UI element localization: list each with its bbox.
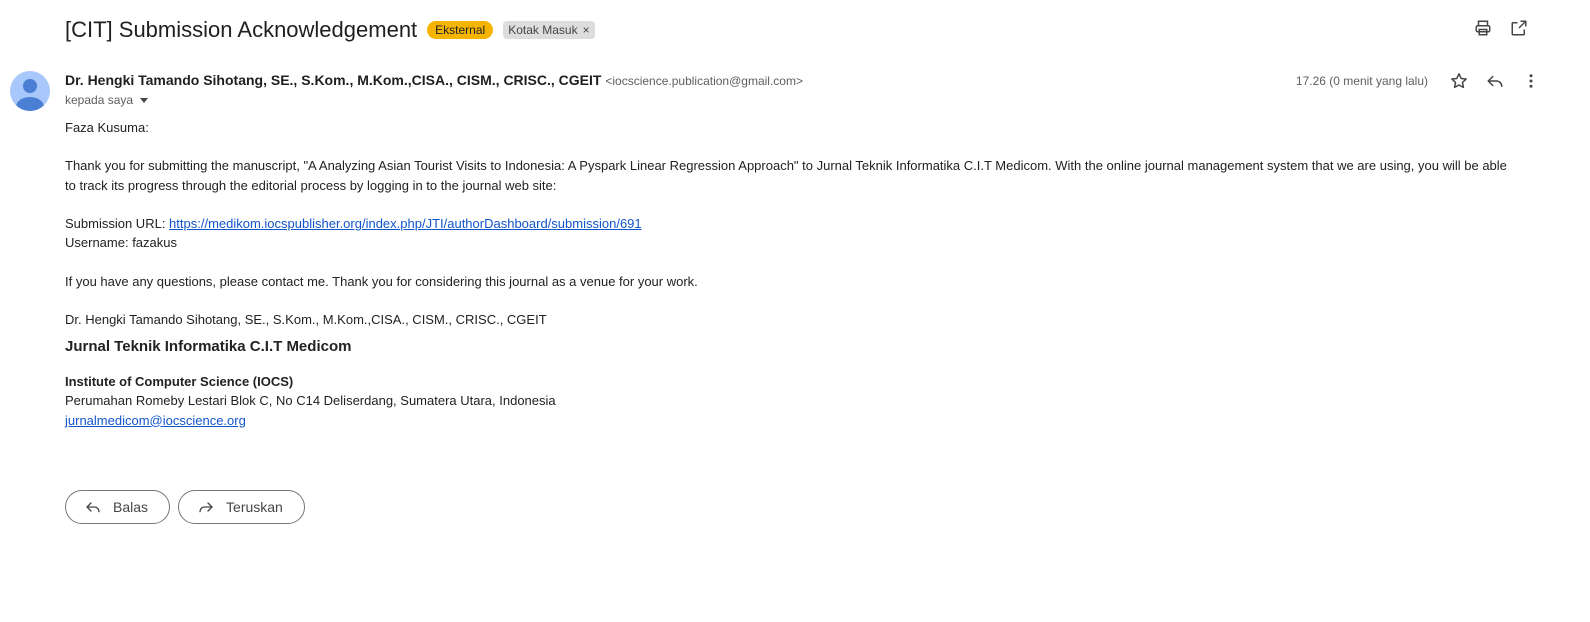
inbox-label-chip: Kotak Masuk ×	[503, 21, 595, 39]
message-time: 17.26 (0 menit yang lalu)	[1295, 74, 1428, 88]
submission-url-link[interactable]: https://medikom.iocspublisher.org/index.…	[169, 216, 642, 231]
reply-actions: Balas Teruskan	[65, 490, 305, 524]
sender-line: Dr. Hengki Tamando Sihotang, SE., S.Kom.…	[65, 72, 803, 88]
reply-button[interactable]: Balas	[65, 490, 171, 524]
reply-label: Balas	[113, 499, 149, 515]
avatar[interactable]	[10, 71, 50, 111]
submission-url-label: Submission URL:	[65, 215, 170, 231]
institute-name: Institute of Computer Science (IOCS)	[65, 374, 294, 390]
print-button[interactable]	[1472, 17, 1494, 39]
institute-address: Perumahan Romeby Lestari Blok C, No C14 …	[65, 393, 556, 409]
message-body: Faza Kusuma: Thank you for submitting th…	[65, 118, 1515, 430]
star-icon	[1451, 73, 1467, 89]
username-line: Username: fazakus	[65, 235, 177, 251]
recipient-toggle[interactable]: kepada saya	[65, 93, 149, 107]
open-in-new-window-icon	[1511, 20, 1527, 36]
forward-label: Teruskan	[226, 499, 283, 515]
greeting: Faza Kusuma:	[65, 120, 149, 135]
more-vert-icon	[1529, 74, 1533, 88]
top-actions	[1472, 17, 1530, 39]
external-badge: Eksternal	[427, 21, 494, 39]
print-icon	[1475, 20, 1491, 36]
caret-down-icon	[140, 97, 149, 103]
sender-email: <iocscience.publication@gmail.com>	[605, 74, 803, 88]
submission-url-line: Submission URL: https://medikom.iocspubl…	[65, 214, 1515, 233]
inbox-label-text: Kotak Masuk	[508, 23, 578, 37]
journal-title: Jurnal Teknik Informatika C.I.T Medicom	[65, 338, 352, 356]
recipient-text: kepada saya	[65, 93, 134, 107]
email-view: [CIT] Submission Acknowledgement Ekstern…	[0, 0, 1590, 622]
body-paragraph-1: Thank you for submitting the manuscript,…	[65, 158, 1507, 193]
remove-label-icon[interactable]: ×	[583, 24, 590, 36]
reply-icon	[1487, 75, 1503, 87]
reply-button-top[interactable]	[1484, 70, 1506, 92]
star-button[interactable]	[1448, 70, 1470, 92]
body-paragraph-2: If you have any questions, please contac…	[65, 273, 698, 289]
message-meta: 17.26 (0 menit yang lalu)	[1296, 70, 1542, 92]
reply-icon	[86, 502, 100, 513]
more-options-button[interactable]	[1520, 70, 1542, 92]
person-icon	[16, 79, 44, 111]
sender-name[interactable]: Dr. Hengki Tamando Sihotang, SE., S.Kom.…	[65, 72, 601, 88]
subject-row: [CIT] Submission Acknowledgement Ekstern…	[65, 12, 595, 48]
open-new-window-button[interactable]	[1508, 17, 1530, 39]
forward-button[interactable]: Teruskan	[178, 490, 305, 524]
forward-icon	[199, 502, 213, 513]
contact-email-link[interactable]: jurnalmedicom@iocscience.org	[65, 413, 246, 428]
signature-name: Dr. Hengki Tamando Sihotang, SE., S.Kom.…	[65, 311, 547, 327]
email-subject: [CIT] Submission Acknowledgement	[65, 17, 418, 42]
